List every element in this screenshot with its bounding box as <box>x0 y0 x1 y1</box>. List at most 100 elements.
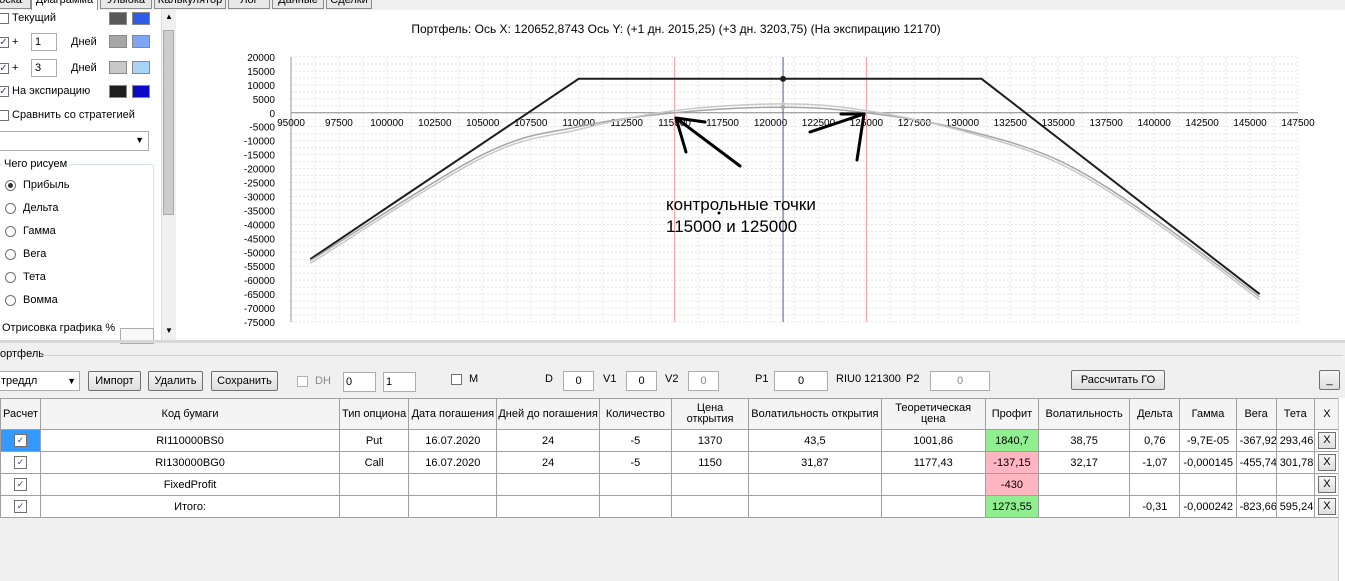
v1-input[interactable]: 0 <box>626 371 657 391</box>
column-header[interactable]: Дельта <box>1129 398 1181 430</box>
remove-row-cell[interactable]: X <box>1313 451 1341 474</box>
minimize-button[interactable]: _ <box>1319 370 1340 390</box>
current-color-2[interactable] <box>132 12 150 25</box>
v2-label: V2 <box>665 373 679 385</box>
column-header[interactable]: Количество <box>598 398 672 430</box>
day1-checkbox[interactable]: ✓ <box>0 37 9 48</box>
tab-calculator[interactable]: Калькулятор <box>154 0 226 9</box>
compare-checkbox[interactable] <box>0 110 9 121</box>
day1-color-1[interactable] <box>109 35 127 48</box>
table-cell <box>496 495 600 518</box>
table-cell: Call <box>338 451 410 474</box>
radio-vomma[interactable] <box>5 295 16 306</box>
table-row[interactable]: ✓ RI130000BG0 Call 16.07.2020 24 -5 1150 31,87 1… <box>0 451 1341 474</box>
calc-checkbox-cell[interactable]: ✓ <box>0 429 42 452</box>
expiry-color-1[interactable] <box>109 85 127 98</box>
scrollbar-thumb[interactable] <box>163 30 174 215</box>
radio-gamma[interactable] <box>5 226 16 237</box>
dh-checkbox[interactable] <box>297 376 308 387</box>
remove-row-cell[interactable]: X <box>1313 429 1341 452</box>
column-header[interactable]: Теоретическая цена <box>880 398 986 430</box>
calc-checkbox[interactable]: ✓ <box>14 434 28 447</box>
remove-row-button[interactable]: X <box>1317 432 1336 449</box>
column-header[interactable]: X <box>1313 398 1341 430</box>
column-header[interactable]: Расчет <box>0 398 42 430</box>
scroll-down-icon[interactable]: ▼ <box>165 326 173 335</box>
column-header[interactable]: Профит <box>984 398 1040 430</box>
tab-trades[interactable]: Сделки <box>326 0 372 9</box>
splitter[interactable] <box>0 340 1345 343</box>
column-header[interactable]: Цена открытия <box>670 398 750 430</box>
p1-label: P1 <box>755 373 769 385</box>
table-row[interactable]: ✓ RI110000BS0 Put 16.07.2020 24 -5 1370 43,5 100… <box>0 429 1341 452</box>
radio-delta[interactable] <box>5 203 16 214</box>
expiry-color-2[interactable] <box>132 85 150 98</box>
remove-row-cell[interactable]: X <box>1313 473 1341 496</box>
calc-checkbox[interactable]: ✓ <box>14 456 28 469</box>
save-button[interactable]: Сохранить <box>211 371 278 391</box>
remove-row-button[interactable]: X <box>1317 454 1336 471</box>
v2-input[interactable]: 0 <box>688 371 719 391</box>
left-panel-scrollbar[interactable]: ▲ ▼ <box>161 10 176 340</box>
column-header[interactable]: Волатильность <box>1038 398 1131 430</box>
table-scrollbar[interactable] <box>1338 398 1345 581</box>
m-checkbox[interactable] <box>451 374 462 385</box>
calc-checkbox-cell[interactable]: ✓ <box>0 473 42 496</box>
calc-go-button[interactable]: Рассчитать ГО <box>1071 370 1165 390</box>
calc-checkbox-cell[interactable]: ✓ <box>0 451 42 474</box>
d-label: D <box>545 373 553 385</box>
y-tick-label: -5000 <box>249 123 275 134</box>
remove-row-cell[interactable]: X <box>1313 495 1341 518</box>
spin-dh-input[interactable]: 0 <box>343 372 376 392</box>
y-tick-label: -55000 <box>244 262 276 273</box>
calc-checkbox-cell[interactable]: ✓ <box>0 495 42 518</box>
table-cell: 38,75 <box>1038 429 1131 452</box>
expiry-checkbox[interactable]: ✓ <box>0 86 9 97</box>
table-row[interactable]: ✓ FixedProfit -430 X <box>0 473 1341 496</box>
radio-theta[interactable] <box>5 272 16 283</box>
column-header[interactable]: Тета <box>1275 398 1315 430</box>
table-cell: 31,87 <box>748 451 882 474</box>
current-color-1[interactable] <box>109 12 127 25</box>
series-line <box>309 77 1261 295</box>
column-header[interactable]: Дней до погашения <box>496 398 600 430</box>
profit-chart[interactable]: 20000 15000 10000 5000 0 -5000 -10000 -15000 -20… <box>176 10 1345 340</box>
table-row[interactable]: ✓ Итого: 1273,55 -0,31 -0,000242 -823,66 595,2… <box>0 495 1341 518</box>
calc-checkbox[interactable]: ✓ <box>14 500 28 513</box>
column-header[interactable]: Гамма <box>1179 398 1237 430</box>
p2-input[interactable]: 0 <box>930 371 990 391</box>
tab-data[interactable]: Данные <box>272 0 324 9</box>
column-header[interactable]: Волатильность открытия <box>748 398 882 430</box>
scroll-up-icon[interactable]: ▲ <box>165 12 173 21</box>
radio-profit[interactable] <box>5 180 16 191</box>
import-button[interactable]: Импорт <box>88 371 141 391</box>
tab-smile[interactable]: Улыбка <box>100 0 152 9</box>
column-header[interactable]: Вега <box>1235 398 1277 430</box>
p1-input[interactable]: 0 <box>774 371 828 391</box>
calc-checkbox[interactable]: ✓ <box>14 478 28 491</box>
column-header[interactable]: Дата погашения <box>408 398 498 430</box>
radio-vega[interactable] <box>5 249 16 260</box>
tab-doska[interactable]: оска <box>0 0 31 9</box>
delete-button[interactable]: Удалить <box>148 371 203 391</box>
day3-color-1[interactable] <box>109 61 127 74</box>
column-header[interactable]: Код бумаги <box>40 398 340 430</box>
remove-row-button[interactable]: X <box>1317 476 1336 493</box>
day1-color-2[interactable] <box>132 35 150 48</box>
day1-input[interactable]: 1 <box>31 33 57 51</box>
tab-log[interactable]: Лог <box>228 0 270 9</box>
d-input[interactable]: 0 <box>563 371 594 391</box>
remove-row-button[interactable]: X <box>1317 498 1336 515</box>
column-header[interactable]: Тип опциона <box>338 398 410 430</box>
strategy-compare-dropdown[interactable]: ▼ <box>0 131 149 151</box>
day3-input[interactable]: 3 <box>31 59 57 77</box>
table-cell <box>880 473 986 496</box>
table-cell <box>338 473 410 496</box>
current-checkbox[interactable] <box>0 13 9 24</box>
y-tick-label: -45000 <box>244 234 276 245</box>
spin-days-input[interactable]: 1 <box>383 372 416 392</box>
day3-checkbox[interactable]: ✓ <box>0 63 9 74</box>
tab-strip: оска Диаграмма Улыбка Калькулятор Лог Да… <box>0 0 380 11</box>
strategy-select[interactable]: треддл ▼ <box>0 371 80 391</box>
day3-color-2[interactable] <box>132 61 150 74</box>
